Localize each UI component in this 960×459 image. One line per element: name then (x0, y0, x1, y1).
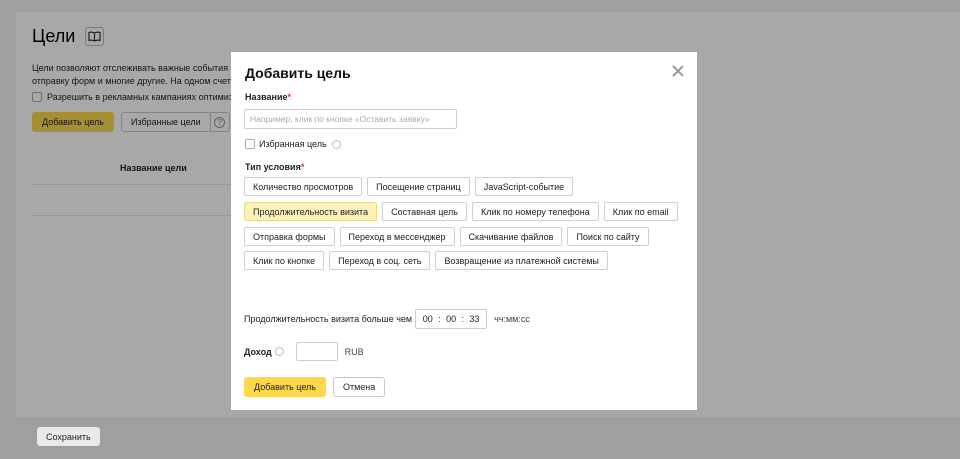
income-row: Доход RUB (244, 342, 364, 361)
condition-composite-goal[interactable]: Составная цель (382, 202, 467, 221)
info-icon[interactable] (331, 139, 341, 149)
time-separator: : (461, 314, 464, 324)
close-icon[interactable] (671, 64, 685, 78)
favorite-goal-row[interactable]: Избранная цель (245, 139, 341, 149)
visit-duration-label: Продолжительность визита больше чем (244, 314, 413, 324)
condition-payment-return[interactable]: Возвращение из платежной системы (435, 251, 608, 270)
condition-site-search[interactable]: Поиск по сайту (567, 227, 649, 246)
condition-form-submit[interactable]: Отправка формы (244, 227, 335, 246)
dialog-actions: Добавить цель Отмена (244, 377, 386, 397)
income-label: Доход (244, 346, 272, 357)
condition-visit-duration[interactable]: Продолжительность визита (244, 202, 378, 221)
condition-types-row-4: Клик по кнопке Переход в соц. сеть Возвр… (244, 251, 608, 270)
condition-email-click[interactable]: Клик по email (603, 202, 678, 221)
condition-javascript-event[interactable]: JavaScript-событие (474, 177, 574, 196)
condition-button-click[interactable]: Клик по кнопке (244, 251, 325, 270)
condition-types-row-1: Количество просмотров Посещение страниц … (244, 177, 574, 196)
condition-social-network[interactable]: Переход в соц. сеть (329, 251, 431, 270)
dialog-title: Добавить цель (245, 65, 351, 81)
required-mark: * (300, 162, 305, 172)
info-icon[interactable] (274, 347, 284, 356)
name-label: Название* (245, 92, 291, 102)
currency-label: RUB (344, 346, 364, 357)
favorite-goal-label: Избранная цель (259, 139, 327, 149)
income-input[interactable] (295, 342, 338, 361)
footer-bar (16, 417, 960, 459)
visit-duration-row: Продолжительность визита больше чем 00 :… (244, 309, 530, 329)
duration-unit-label: чч:мм:сс (494, 314, 530, 324)
condition-page-visit[interactable]: Посещение страниц (367, 177, 470, 196)
add-goal-submit-button[interactable]: Добавить цель (244, 377, 326, 397)
condition-views[interactable]: Количество просмотров (244, 177, 363, 196)
condition-type-label-text: Тип условия (245, 162, 301, 172)
condition-types-row-2: Продолжительность визита Составная цель … (244, 202, 678, 221)
cancel-button[interactable]: Отмена (332, 377, 386, 397)
duration-seconds[interactable]: 33 (469, 314, 479, 324)
required-mark: * (287, 92, 291, 102)
name-label-text: Название (245, 92, 288, 102)
condition-phone-click[interactable]: Клик по номеру телефона (471, 202, 599, 221)
time-separator: : (438, 314, 441, 324)
condition-messenger[interactable]: Переход в мессенджер (339, 227, 455, 246)
favorite-goal-checkbox[interactable] (245, 139, 255, 149)
save-button[interactable]: Сохранить (37, 427, 100, 446)
add-goal-dialog: Добавить цель Название* Избранная цель Т… (231, 52, 697, 410)
duration-hours[interactable]: 00 (423, 314, 433, 324)
duration-time-input[interactable]: 00 : 00 : 33 (415, 309, 488, 329)
condition-type-label: Тип условия* (245, 162, 304, 172)
duration-minutes[interactable]: 00 (446, 314, 456, 324)
goal-name-input[interactable] (244, 109, 457, 129)
condition-file-download[interactable]: Скачивание файлов (459, 227, 563, 246)
condition-types-row-3: Отправка формы Переход в мессенджер Скач… (244, 227, 649, 246)
